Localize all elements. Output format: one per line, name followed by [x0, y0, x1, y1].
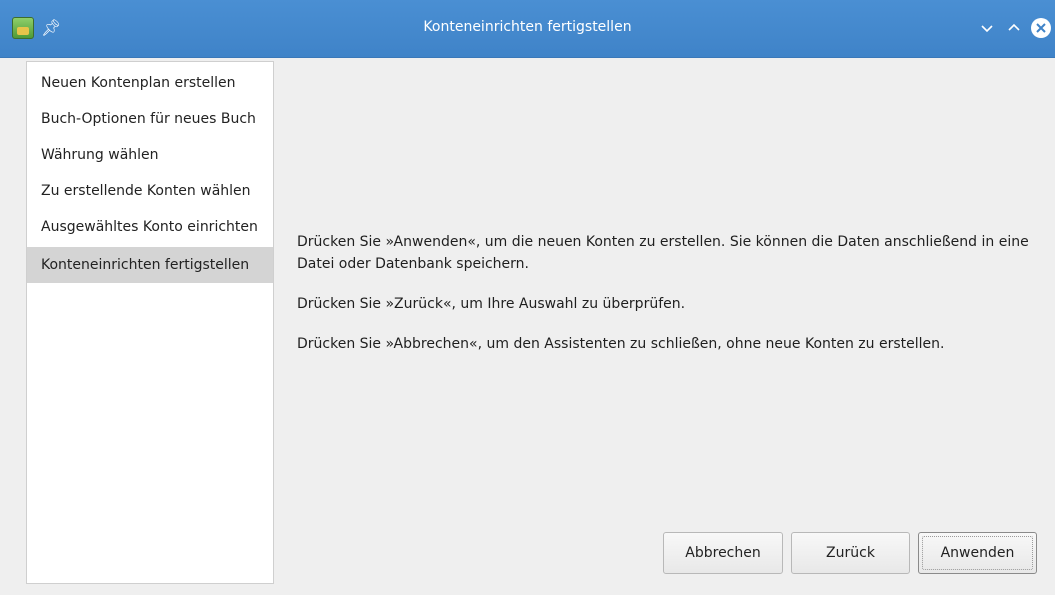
apply-button[interactable]: Anwenden	[918, 532, 1037, 574]
assistant-steps-sidebar: Neuen Kontenplan erstellen Buch-Optionen…	[26, 61, 274, 584]
minimize-icon[interactable]	[976, 17, 998, 39]
title-bar[interactable]: 📌︎ Konteneinrichten fertigstellen	[0, 0, 1055, 58]
close-icon[interactable]	[1030, 17, 1052, 39]
instruction-cancel: Drücken Sie »Abbrechen«, um den Assisten…	[297, 336, 945, 352]
cancel-button[interactable]: Abbrechen	[663, 532, 783, 574]
sidebar-item-setup-selected-account[interactable]: Ausgewähltes Konto einrichten	[27, 209, 273, 245]
sidebar-item-choose-accounts[interactable]: Zu erstellende Konten wählen	[27, 173, 273, 209]
instruction-back: Drücken Sie »Zurück«, um Ihre Auswahl zu…	[297, 296, 686, 312]
sidebar-item-finish-setup[interactable]: Konteneinrichten fertigstellen	[27, 247, 273, 283]
sidebar-item-new-chart-of-accounts[interactable]: Neuen Kontenplan erstellen	[27, 65, 273, 101]
back-button[interactable]: Zurück	[791, 532, 910, 574]
sidebar-item-book-options[interactable]: Buch-Optionen für neues Buch	[27, 101, 273, 137]
window-title: Konteneinrichten fertigstellen	[423, 19, 632, 35]
maximize-icon[interactable]	[1003, 17, 1025, 39]
sidebar-item-choose-currency[interactable]: Währung wählen	[27, 137, 273, 173]
instruction-apply: Drücken Sie »Anwenden«, um die neuen Kon…	[297, 234, 1029, 272]
finish-instructions: Drücken Sie »Anwenden«, um die neuen Kon…	[297, 231, 1037, 373]
